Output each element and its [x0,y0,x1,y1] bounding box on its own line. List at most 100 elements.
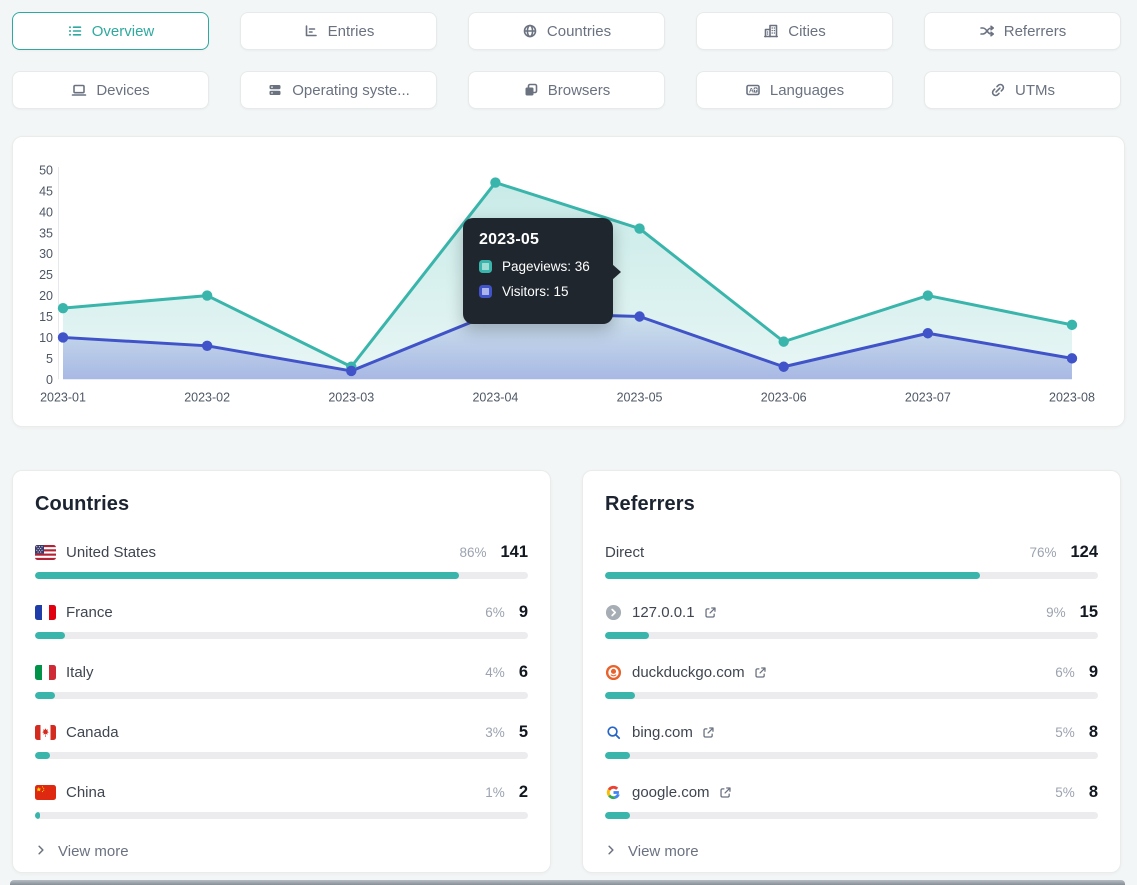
duckduckgo-favicon-icon [605,664,622,681]
link-icon [990,82,1006,98]
nav-button-label: Devices [96,82,149,99]
windows-icon [523,82,539,98]
row-percent: 5% [1055,725,1075,740]
nav-button-label: Overview [92,23,155,40]
row-label: google.com [632,784,710,801]
svg-text:10: 10 [39,331,53,345]
bing-favicon-icon [605,724,622,741]
nav-button-overview[interactable]: Overview [12,12,209,50]
nav-button-entries[interactable]: Entries [240,12,437,50]
svg-text:2023-06: 2023-06 [761,390,807,404]
row-count: 5 [519,723,528,742]
country-row: Canada 3% 5 [35,722,528,759]
row-percent: 6% [485,605,505,620]
shuffle-icon [979,23,995,39]
ca-flag-icon [35,725,56,740]
progress-fill [605,812,630,819]
row-percent: 1% [485,785,505,800]
row-percent: 86% [459,545,486,560]
row-label: Italy [66,664,94,681]
fr-flag-icon [35,605,56,620]
progress-track [605,692,1098,699]
nav-button-label: Referrers [1004,23,1067,40]
progress-fill [605,632,649,639]
row-count: 8 [1089,783,1098,802]
row-label: duckduckgo.com [632,664,745,681]
row-percent: 76% [1029,545,1056,560]
svg-text:20: 20 [39,289,53,303]
nav-button-referrers[interactable]: Referrers [924,12,1121,50]
progress-track [35,632,528,639]
row-percent: 6% [1055,665,1075,680]
row-label: Canada [66,724,119,741]
progress-fill [35,632,65,639]
progress-fill [605,572,980,579]
nav-button-browsers[interactable]: Browsers [468,71,665,109]
svg-text:30: 30 [39,247,53,261]
building-icon [763,23,779,39]
referrer-row: Direct 76% 124 [605,542,1098,579]
external-link-icon[interactable] [719,786,732,799]
nav-tabs: Overview Entries Countries Cities Referr… [12,12,1121,109]
external-link-icon[interactable] [704,606,717,619]
row-percent: 4% [485,665,505,680]
country-row: United States 86% 141 [35,542,528,579]
row-label: bing.com [632,724,693,741]
progress-fill [35,692,55,699]
external-link-icon[interactable] [754,666,767,679]
referrer-row: google.com 5% 8 [605,782,1098,819]
svg-text:2023-02: 2023-02 [184,390,230,404]
bar-chart-icon [303,23,319,39]
svg-text:A: A [749,88,754,95]
svg-text:2023-08: 2023-08 [1049,390,1095,404]
row-count: 9 [1089,663,1098,682]
svg-text:2023-01: 2023-01 [40,390,86,404]
progress-fill [605,692,635,699]
tooltip-arrow [612,264,621,280]
svg-text:40: 40 [39,205,53,219]
external-link-icon[interactable] [702,726,715,739]
nav-button-countries[interactable]: Countries [468,12,665,50]
svg-text:2023-03: 2023-03 [328,390,374,404]
row-label: Direct [605,544,644,561]
progress-track [35,692,528,699]
svg-text:15: 15 [39,310,53,324]
progress-track [605,572,1098,579]
nav-button-languages[interactable]: A Languages [696,71,893,109]
row-label: United States [66,544,156,561]
chevron-right-icon [605,843,617,860]
us-flag-icon [35,545,56,560]
row-count: 2 [519,783,528,802]
view-more-label: View more [58,843,129,860]
countries-card-title: Countries [35,493,528,516]
svg-text:2023-05: 2023-05 [617,390,663,404]
referrers-view-more[interactable]: View more [605,843,699,860]
nav-button-label: Countries [547,23,611,40]
row-count: 6 [519,663,528,682]
country-row: Italy 4% 6 [35,662,528,699]
progress-fill [35,752,50,759]
translate-icon: A [745,82,761,98]
chart-tooltip: 2023-05 Pageviews: 36 Visitors: 15 [463,218,613,324]
nav-button-operating-systems[interactable]: Operating syste... [240,71,437,109]
google-favicon-icon [605,784,622,801]
cn-flag-icon [35,785,56,800]
row-label: China [66,784,105,801]
svg-text:45: 45 [39,184,53,198]
nav-button-label: Entries [328,23,375,40]
svg-text:2023-07: 2023-07 [905,390,951,404]
series-value-text: Visitors: 15 [502,284,569,299]
progress-track [35,812,528,819]
tooltip-series-row: Pageviews: 36 [479,259,597,274]
progress-track [605,752,1098,759]
nav-button-devices[interactable]: Devices [12,71,209,109]
nav-button-utms[interactable]: UTMs [924,71,1121,109]
row-label: France [66,604,113,621]
row-percent: 3% [485,725,505,740]
nav-button-cities[interactable]: Cities [696,12,893,50]
series-value-text: Pageviews: 36 [502,259,590,274]
countries-view-more[interactable]: View more [35,843,129,860]
progress-track [35,752,528,759]
series-swatch [479,285,492,298]
svg-text:50: 50 [39,164,53,178]
